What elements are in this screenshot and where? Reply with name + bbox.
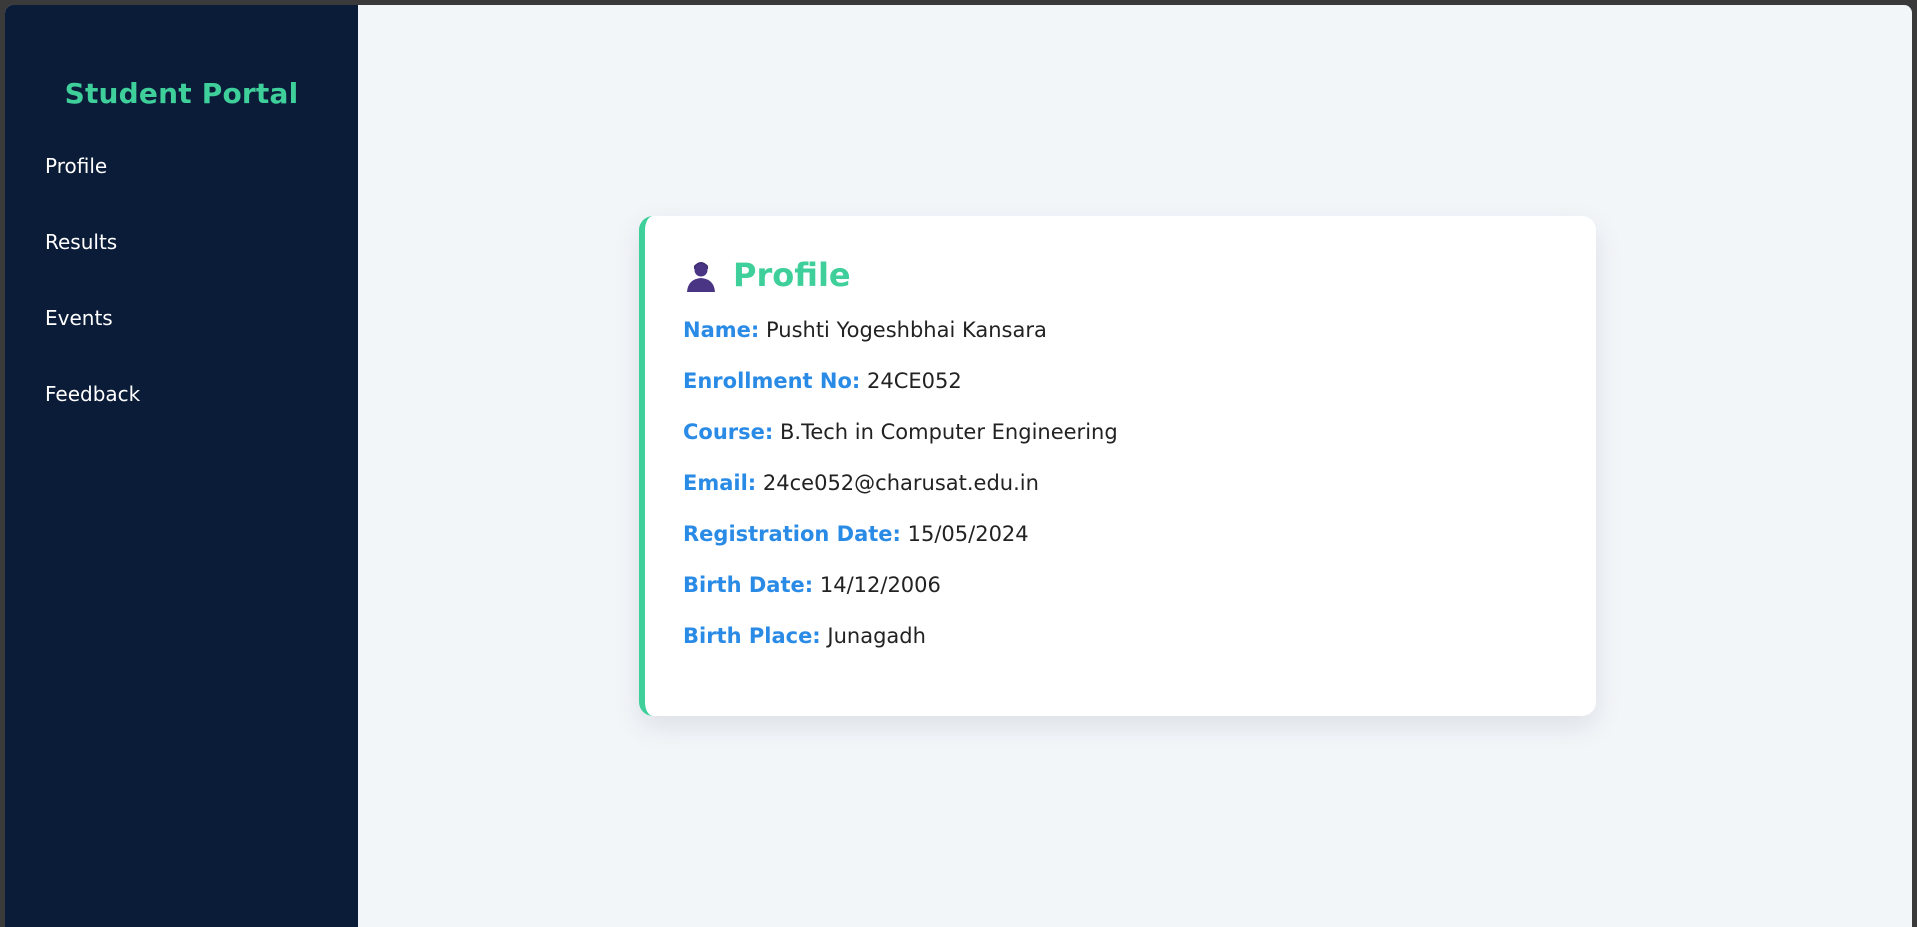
field-email: Email: 24ce052@charusat.edu.in (683, 469, 1558, 520)
sidebar-item-feedback[interactable]: Feedback (5, 380, 358, 456)
sidebar-item-results[interactable]: Results (5, 228, 358, 304)
field-label: Birth Place: (683, 624, 821, 648)
field-label: Course: (683, 420, 774, 444)
sidebar-item-events[interactable]: Events (5, 304, 358, 380)
sidebar-nav: Profile Results Events Feedback (5, 152, 358, 456)
main-content: Profile Name: Pushti Yogeshbhai Kansara … (358, 5, 1912, 927)
profile-card: Profile Name: Pushti Yogeshbhai Kansara … (639, 216, 1596, 716)
field-birth-date: Birth Date: 14/12/2006 (683, 571, 1558, 622)
field-value: 24CE052 (867, 369, 962, 393)
brand-title: Student Portal (64, 77, 299, 110)
field-registration-date: Registration Date: 15/05/2024 (683, 520, 1558, 571)
field-label: Birth Date: (683, 573, 814, 597)
card-title: Profile (733, 256, 851, 294)
field-enrollment: Enrollment No: 24CE052 (683, 367, 1558, 418)
field-course: Course: B.Tech in Computer Engineering (683, 418, 1558, 469)
field-label: Registration Date: (683, 522, 901, 546)
user-icon (687, 262, 715, 292)
field-value: B.Tech in Computer Engineering (779, 420, 1118, 444)
field-value: Pushti Yogeshbhai Kansara (765, 318, 1047, 342)
field-value: 24ce052@charusat.edu.in (762, 471, 1039, 495)
field-label: Enrollment No: (683, 369, 861, 393)
sidebar-item-profile[interactable]: Profile (5, 152, 358, 228)
card-header: Profile (683, 256, 1558, 294)
field-label: Name: (683, 318, 760, 342)
field-label: Email: (683, 471, 757, 495)
field-value: 14/12/2006 (819, 573, 941, 597)
field-birth-place: Birth Place: Junagadh (683, 622, 1558, 673)
app-window: Student Portal Profile Results Events Fe… (5, 5, 1912, 927)
field-value: 15/05/2024 (907, 522, 1029, 546)
sidebar: Student Portal Profile Results Events Fe… (5, 5, 358, 927)
field-value: Junagadh (827, 624, 926, 648)
field-name: Name: Pushti Yogeshbhai Kansara (683, 316, 1558, 367)
